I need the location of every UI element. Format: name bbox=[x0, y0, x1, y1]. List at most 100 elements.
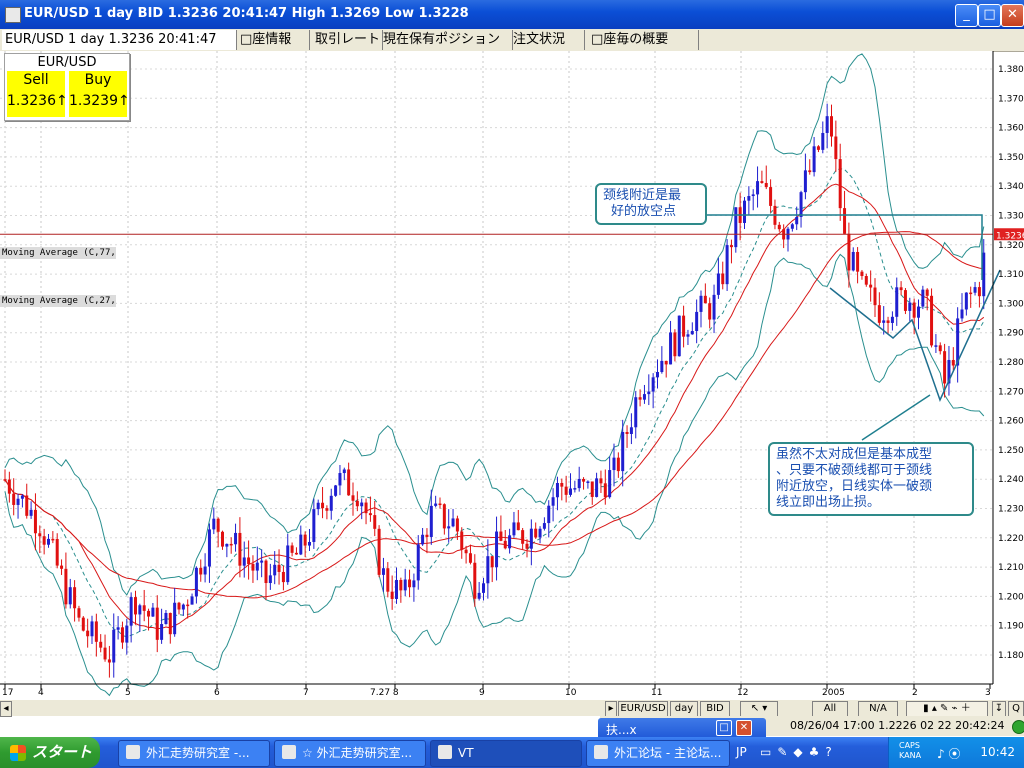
sell-box[interactable]: Sell 1.3236↑ bbox=[7, 71, 68, 117]
annotation-neckline: 颈线附近是最 好的放空点 bbox=[595, 183, 707, 225]
candle-body bbox=[508, 535, 512, 549]
sell-price: 1.3236↑ bbox=[7, 93, 68, 109]
candle-body bbox=[260, 560, 264, 563]
tab-chart[interactable]: EUR/USD 1 day 1.3236 20:41:47 bbox=[2, 30, 237, 50]
candle-body bbox=[173, 602, 177, 635]
candle-body bbox=[616, 457, 620, 472]
candle-body bbox=[360, 502, 364, 507]
candle-body bbox=[590, 481, 594, 497]
candle-body bbox=[377, 528, 381, 575]
time-axis-label: 7 bbox=[303, 688, 309, 698]
price-axis-label: 1.2400 bbox=[998, 475, 1024, 485]
candle-body bbox=[225, 543, 229, 547]
ime-toolbar-icons[interactable]: ▭✎◆♣? bbox=[760, 745, 838, 759]
time-axis-label: 17 bbox=[2, 688, 13, 698]
minimize-button[interactable]: _ bbox=[955, 4, 978, 27]
time-axis-label: 3 bbox=[985, 688, 991, 698]
price-axis-label: 1.2700 bbox=[998, 387, 1024, 397]
symbol-button[interactable]: EUR/USD bbox=[618, 701, 668, 717]
candle-body bbox=[895, 287, 899, 317]
candle-body bbox=[612, 457, 616, 471]
buy-label: Buy bbox=[84, 72, 112, 88]
candle-body bbox=[390, 591, 394, 599]
candle-body bbox=[312, 509, 316, 542]
mini-maximize-icon[interactable]: □ bbox=[716, 720, 732, 736]
candle-body bbox=[273, 564, 277, 576]
price-axis-label: 1.3800 bbox=[998, 65, 1024, 75]
tab-account-info[interactable]: □座情報 bbox=[237, 30, 310, 50]
candle-body bbox=[373, 515, 377, 529]
candle-body bbox=[582, 478, 586, 482]
clock: 10:42 bbox=[980, 745, 1015, 759]
language-indicator[interactable]: JP bbox=[736, 745, 747, 759]
drawing-tools[interactable]: ▮ ▴ ✎ ⌁ ＋ bbox=[906, 701, 988, 717]
candle-body bbox=[856, 251, 860, 272]
price-axis-label: 1.3600 bbox=[998, 124, 1024, 134]
candle-body bbox=[777, 224, 781, 230]
taskbar-item-2[interactable]: ☆ 外汇走势研究室... bbox=[274, 740, 426, 767]
candle-body bbox=[864, 276, 868, 285]
candle-body bbox=[538, 528, 542, 538]
candle-body bbox=[642, 394, 646, 400]
taskbar-item-4[interactable]: 外汇论坛 - 主论坛... bbox=[586, 740, 730, 767]
price-axis-label: 1.3100 bbox=[998, 270, 1024, 280]
indicator-label-ma27[interactable]: Moving Average (C,27,S bbox=[0, 295, 116, 307]
candle-body bbox=[16, 498, 20, 505]
tray-icons[interactable]: ♪ ⦿ bbox=[937, 745, 960, 762]
mini-close-icon[interactable]: ✕ bbox=[736, 720, 752, 736]
candle-body bbox=[286, 545, 290, 583]
scroll-left-button[interactable]: ◂ bbox=[0, 701, 12, 717]
tab-account-summary[interactable]: □座毎の概要 bbox=[588, 30, 699, 50]
cursor-tool-button[interactable]: ↖ ▾ bbox=[740, 701, 778, 717]
quote-symbol: EUR/USD bbox=[37, 55, 97, 70]
price-axis-label: 1.2100 bbox=[998, 563, 1024, 573]
na-button[interactable]: N/A bbox=[858, 701, 898, 717]
connection-icon bbox=[1012, 720, 1024, 734]
price-chart[interactable]: 1.3236 1.3800 1.3700 1.3600 1.3500 1.3400 1.3… bbox=[0, 51, 1024, 714]
candle-body bbox=[882, 320, 886, 323]
status-text: 08/26/04 17:00 1.2226 02 22 20:42:24 bbox=[790, 719, 1005, 732]
tab-orders[interactable]: 注文状況 bbox=[510, 30, 585, 50]
taskbar-item-1[interactable]: 外汇走势研究室 -... bbox=[118, 740, 270, 767]
system-tray: CAPS KANA ♪ ⦿ 10:42 bbox=[888, 737, 1024, 768]
close-button[interactable]: ✕ bbox=[1001, 4, 1024, 27]
scroll-right-button[interactable]: ▸ bbox=[605, 701, 617, 717]
candle-body bbox=[490, 556, 494, 568]
window-title: EUR/USD 1 day BID 1.3236 20:41:47 High 1… bbox=[24, 6, 469, 21]
buy-box[interactable]: Buy 1.3239↑ bbox=[69, 71, 130, 117]
tab-positions[interactable]: 現在保有ポジション bbox=[380, 30, 513, 50]
candle-body bbox=[416, 544, 420, 581]
candle-body bbox=[860, 271, 864, 277]
candle-body bbox=[468, 553, 472, 563]
candle-body bbox=[551, 497, 555, 506]
taskbar-item-3[interactable]: VT bbox=[430, 740, 582, 767]
candle-body bbox=[90, 621, 94, 637]
candle-body bbox=[534, 528, 538, 538]
bid-button[interactable]: BID bbox=[700, 701, 730, 717]
candle-body bbox=[695, 311, 699, 332]
time-axis-label: 9 bbox=[479, 688, 485, 698]
candle-body bbox=[351, 495, 355, 501]
maximize-button[interactable]: □ bbox=[978, 4, 1001, 27]
candle-body bbox=[838, 159, 842, 209]
candle-body bbox=[168, 612, 172, 635]
taskbar: スタート 外汇走势研究室 -... ☆ 外汇走势研究室... VT 外汇论坛 -… bbox=[0, 737, 1024, 768]
candle-body bbox=[429, 505, 433, 537]
app-icon[interactable] bbox=[5, 7, 21, 23]
candle-body bbox=[321, 502, 325, 509]
candle-body bbox=[355, 500, 359, 507]
tab-rates[interactable]: 取引レート bbox=[312, 30, 383, 50]
start-button[interactable]: スタート bbox=[0, 737, 100, 768]
candle-body bbox=[760, 181, 764, 183]
candle-body bbox=[294, 552, 298, 555]
zoom-button[interactable]: Q bbox=[1008, 701, 1024, 717]
candle-body bbox=[790, 224, 794, 229]
taskbar-item-3-label: VT bbox=[458, 746, 474, 760]
all-button[interactable]: All bbox=[812, 701, 848, 717]
zoom-fit-button[interactable]: ↧ bbox=[992, 701, 1006, 717]
indicator-label-ma77[interactable]: Moving Average (C,77,S bbox=[0, 247, 116, 259]
candle-body bbox=[634, 397, 638, 428]
annotation-strategy-line1: 虽然不太对成但是基本成型 bbox=[776, 447, 933, 462]
timeframe-button[interactable]: day bbox=[670, 701, 698, 717]
time-axis-label: 7.27 8 bbox=[370, 688, 399, 698]
